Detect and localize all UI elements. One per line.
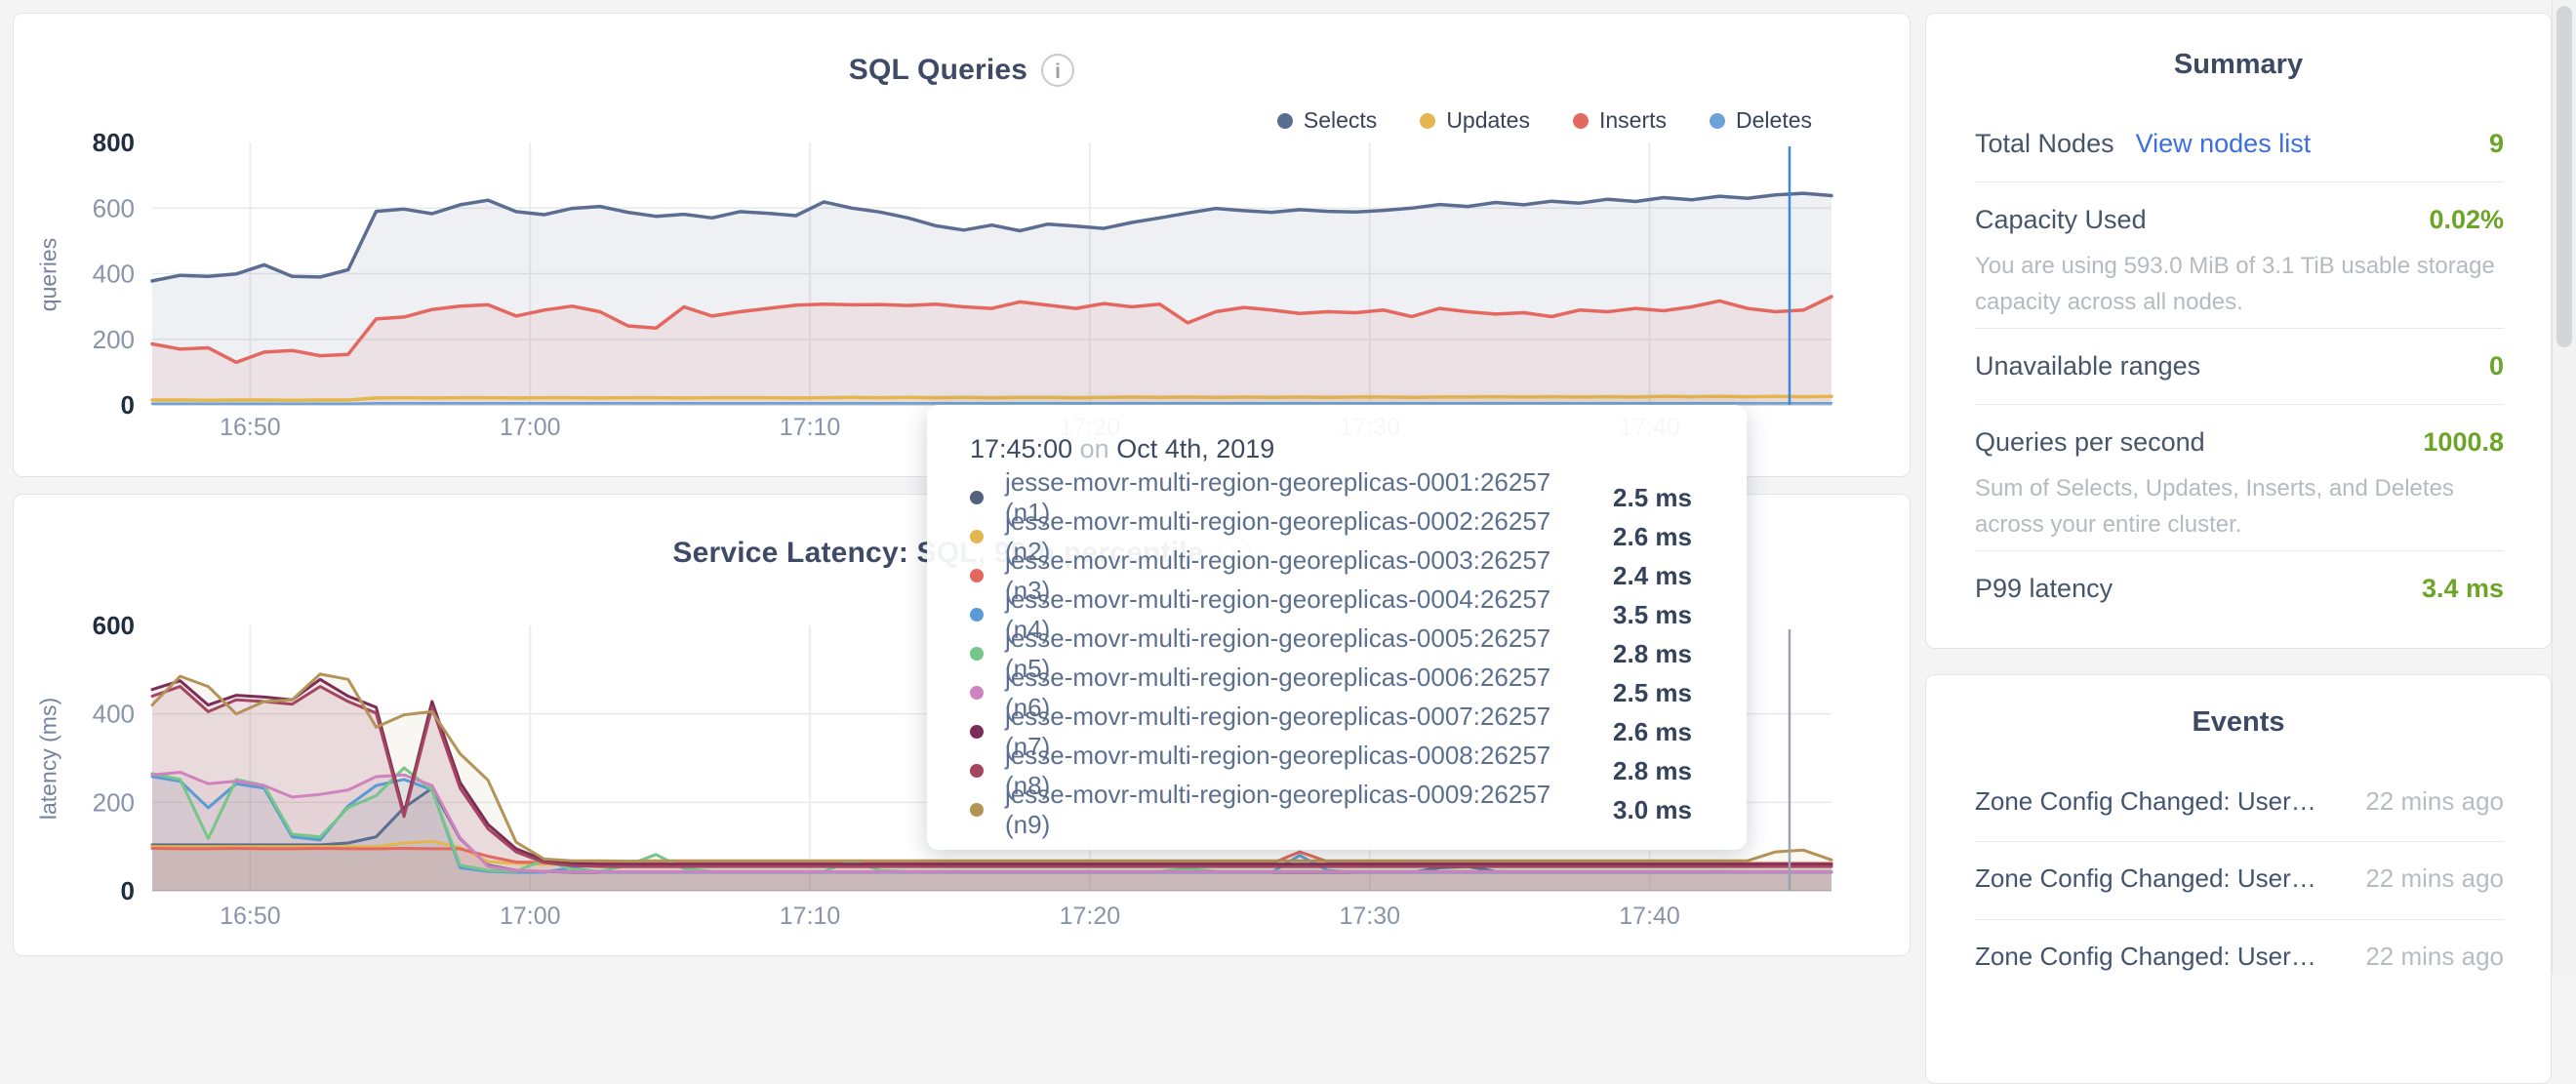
node-latency-value: 2.6 ms	[1575, 522, 1692, 552]
capacity-used-label: Capacity Used	[1975, 205, 2147, 235]
divider	[1975, 404, 2504, 405]
view-nodes-list-link[interactable]: View nodes list	[2136, 129, 2312, 159]
svg-text:17:10: 17:10	[780, 414, 841, 441]
divider	[1975, 919, 2504, 920]
event-row[interactable]: Zone Config Changed: User… 22 mins ago	[1975, 863, 2504, 894]
svg-text:400: 400	[93, 700, 135, 729]
divider	[1975, 841, 2504, 842]
queries-per-second-value: 1000.8	[2423, 427, 2504, 458]
tooltip-date: Oct 4th, 2019	[1116, 434, 1274, 463]
svg-text:200: 200	[93, 325, 135, 354]
events-title: Events	[1926, 706, 2551, 739]
node-latency-value: 2.4 ms	[1575, 561, 1692, 591]
tooltip-time: 17:45:00	[970, 434, 1072, 463]
svg-text:200: 200	[93, 787, 135, 817]
page-scrollbar[interactable]	[2552, 0, 2576, 974]
capacity-used-desc: You are using 593.0 MiB of 3.1 TiB usabl…	[1975, 248, 2504, 320]
summary-card: Summary Total Nodes View nodes list 9 Ca…	[1925, 13, 2552, 649]
svg-text:600: 600	[93, 611, 135, 640]
event-label: Zone Config Changed: User…	[1975, 863, 2346, 894]
summary-row-unavailable-ranges: Unavailable ranges 0	[1975, 351, 2504, 381]
svg-text:17:40: 17:40	[1619, 903, 1680, 930]
node-color-dot-icon	[970, 686, 984, 700]
svg-text:0: 0	[121, 390, 135, 420]
summary-row-total-nodes: Total Nodes View nodes list 9	[1975, 129, 2504, 159]
tooltip-row-n9: jesse-movr-multi-region-georeplicas-0009…	[970, 790, 1747, 829]
capacity-used-value: 0.02%	[2429, 205, 2504, 235]
sql-queries-y-axis-title: queries	[36, 207, 62, 343]
svg-text:16:50: 16:50	[220, 903, 281, 930]
p99-latency-label: P99 latency	[1975, 574, 2113, 604]
node-color-dot-icon	[970, 608, 984, 622]
event-label: Zone Config Changed: User…	[1975, 942, 2346, 972]
p99-latency-value: 3.4 ms	[2422, 574, 2504, 604]
node-color-dot-icon	[970, 569, 984, 582]
total-nodes-label: Total Nodes	[1975, 129, 2114, 159]
unavailable-ranges-value: 0	[2489, 351, 2504, 381]
summary-title: Summary	[1926, 49, 2551, 81]
node-latency-value: 2.8 ms	[1575, 639, 1692, 669]
svg-text:800: 800	[93, 128, 135, 157]
service-latency-y-axis-title: latency (ms)	[36, 686, 62, 832]
event-row[interactable]: Zone Config Changed: User… 22 mins ago	[1975, 786, 2504, 817]
event-time: 22 mins ago	[2365, 863, 2504, 894]
node-latency-value: 3.0 ms	[1575, 795, 1692, 825]
node-latency-value: 2.8 ms	[1575, 756, 1692, 786]
node-latency-value: 3.5 ms	[1575, 600, 1692, 630]
queries-per-second-label: Queries per second	[1975, 427, 2205, 458]
queries-per-second-desc: Sum of Selects, Updates, Inserts, and De…	[1975, 470, 2504, 542]
svg-text:17:30: 17:30	[1339, 903, 1400, 930]
summary-row-qps: Queries per second 1000.8	[1975, 427, 2504, 458]
node-name: jesse-movr-multi-region-georeplicas-0009…	[1005, 780, 1575, 840]
chart-hover-tooltip: 17:45:00 on Oct 4th, 2019 jesse-movr-mul…	[927, 405, 1747, 850]
svg-text:400: 400	[93, 260, 135, 289]
total-nodes-value: 9	[2489, 129, 2504, 159]
node-color-dot-icon	[970, 491, 984, 504]
summary-row-p99: P99 latency 3.4 ms	[1975, 574, 2504, 604]
event-row[interactable]: Zone Config Changed: User… 22 mins ago	[1975, 942, 2504, 972]
tooltip-timestamp: 17:45:00 on Oct 4th, 2019	[970, 434, 1747, 464]
node-color-dot-icon	[970, 725, 984, 739]
cluster-overview-page: SQL Queriesi Selects Updates Inserts Del…	[0, 0, 2576, 974]
svg-text:17:00: 17:00	[500, 903, 561, 930]
node-latency-value: 2.5 ms	[1575, 678, 1692, 708]
node-color-dot-icon	[970, 647, 984, 661]
node-color-dot-icon	[970, 764, 984, 778]
event-label: Zone Config Changed: User…	[1975, 786, 2346, 817]
node-latency-value: 2.6 ms	[1575, 717, 1692, 747]
event-time: 22 mins ago	[2365, 942, 2504, 972]
summary-row-capacity: Capacity Used 0.02%	[1975, 205, 2504, 235]
event-time: 22 mins ago	[2365, 786, 2504, 817]
scrollbar-thumb[interactable]	[2556, 6, 2572, 347]
node-color-dot-icon	[970, 803, 984, 817]
divider	[1975, 328, 2504, 329]
node-color-dot-icon	[970, 530, 984, 543]
unavailable-ranges-label: Unavailable ranges	[1975, 351, 2200, 381]
divider	[1975, 181, 2504, 182]
svg-text:600: 600	[93, 193, 135, 222]
tooltip-on-word: on	[1080, 434, 1117, 463]
svg-text:16:50: 16:50	[220, 414, 281, 441]
node-latency-value: 2.5 ms	[1575, 483, 1692, 513]
svg-text:0: 0	[121, 876, 135, 905]
divider	[1975, 550, 2504, 551]
svg-text:17:20: 17:20	[1060, 903, 1121, 930]
events-card: Events Zone Config Changed: User… 22 min…	[1925, 674, 2552, 1084]
svg-text:17:10: 17:10	[780, 903, 841, 930]
svg-text:17:00: 17:00	[500, 414, 561, 441]
